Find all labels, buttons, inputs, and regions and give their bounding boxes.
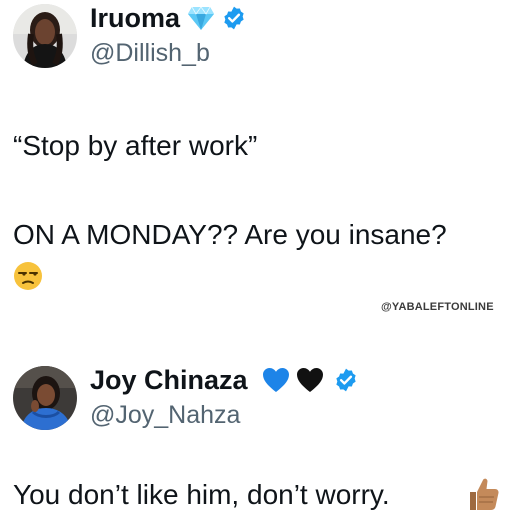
unamused-face-icon — [13, 261, 43, 296]
handle[interactable]: @Joy_Nahza — [90, 400, 240, 430]
tweet-text-body: ON A MONDAY?? Are you insane? — [13, 219, 447, 250]
avatar[interactable] — [13, 366, 77, 430]
verified-badge-icon[interactable] — [221, 5, 247, 36]
verified-badge-icon[interactable] — [333, 367, 359, 398]
thumbs-up-icon — [466, 476, 500, 517]
blue-heart-icon — [262, 367, 290, 398]
tweet-card-iruoma: Iruoma @Dillish_b “Stop by after work” O… — [0, 0, 526, 300]
watermark-label: @YABALEFTONLINE — [381, 301, 494, 313]
gem-icon — [187, 5, 215, 36]
display-name[interactable]: Joy Chinaza — [90, 364, 248, 396]
black-heart-icon — [296, 367, 324, 398]
tweet-text-quote: “Stop by after work” — [13, 130, 258, 161]
tweet-card-joy: Joy Chinaza @Joy_Nahza You don’t like hi… — [0, 355, 526, 526]
tweet-text-body: You don’t like him, don’t worry. — [13, 479, 390, 510]
handle[interactable]: @Dillish_b — [90, 38, 210, 68]
avatar[interactable] — [13, 4, 77, 68]
display-name[interactable]: Iruoma — [90, 2, 180, 34]
